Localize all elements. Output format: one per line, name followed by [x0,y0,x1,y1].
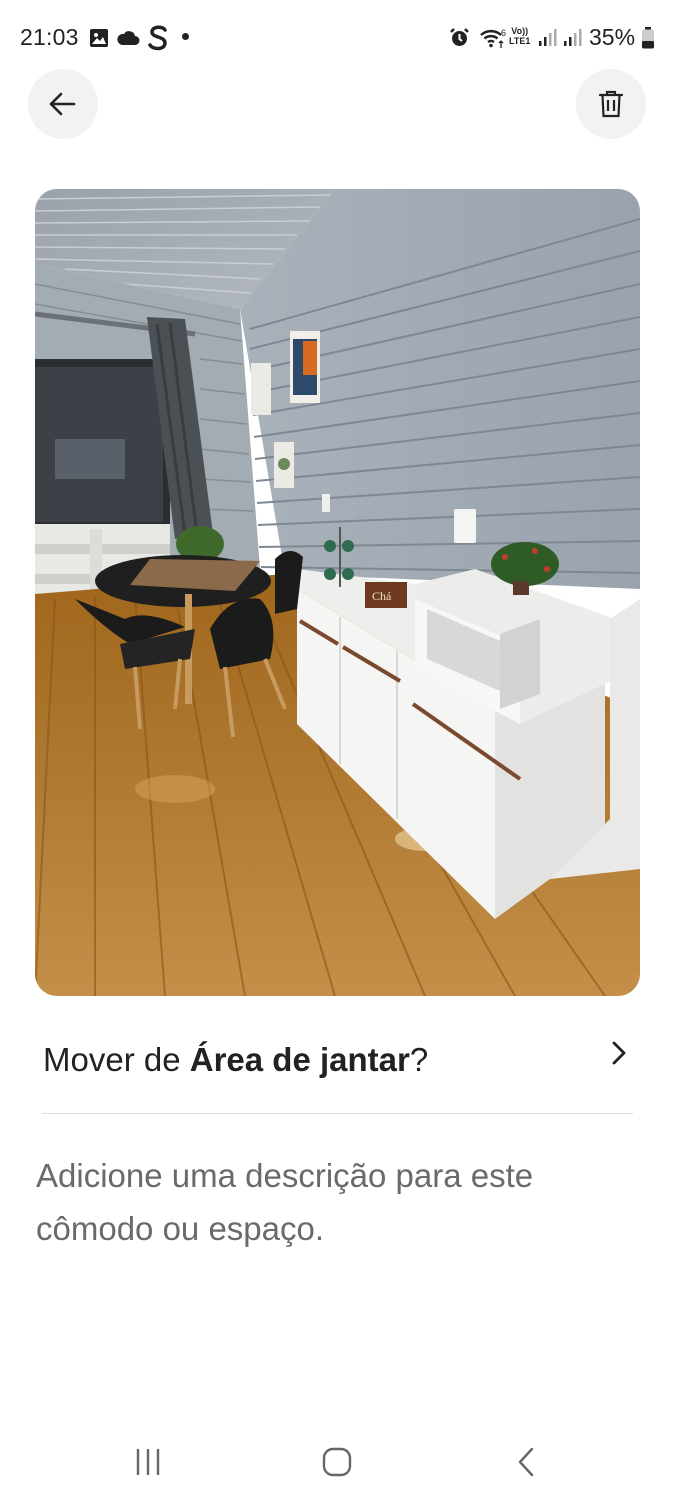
back-button[interactable] [28,69,98,139]
dining-area-room-photo: Chá [35,189,640,996]
room-name: Área de jantar [189,1041,410,1078]
system-back-button[interactable] [496,1442,556,1482]
gallery-icon [90,29,108,47]
battery-icon [642,27,654,49]
delete-photo-button[interactable] [576,69,646,139]
cloud-icon [117,31,140,45]
description-input[interactable]: Adicione uma descrição para este cômodo … [36,1149,626,1255]
move-room-row[interactable]: Mover de Área de jantar? [43,1025,633,1095]
svg-text:6: 6 [501,28,506,38]
room-photo[interactable]: Chá [35,189,640,996]
signal-icon [539,29,557,46]
move-room-text: Mover de Área de jantar? [43,1041,429,1078]
status-time: 21:03 [20,24,79,50]
notification-dot [182,33,189,40]
system-navigation-bar [0,1420,675,1500]
wifi-icon: 6 [480,28,506,48]
divider [42,1113,633,1114]
home-button[interactable] [307,1442,367,1482]
status-bar: 21:03 6 Vo)) LTE1 35% [0,0,675,76]
s-app-icon [148,25,167,51]
chevron-right-icon [612,1041,626,1065]
alarm-icon [450,28,469,46]
home-icon [322,1447,352,1477]
recent-apps-button[interactable] [118,1442,178,1482]
network-type-label: Vo)) LTE1 [509,26,531,46]
recent-apps-icon [136,1449,160,1475]
signal-icon [564,29,582,46]
back-icon [518,1447,534,1477]
arrow-left-icon [49,92,76,116]
battery-percentage: 35% [589,24,636,50]
trash-icon [599,90,623,118]
tea-box-label: Chá [372,589,392,603]
